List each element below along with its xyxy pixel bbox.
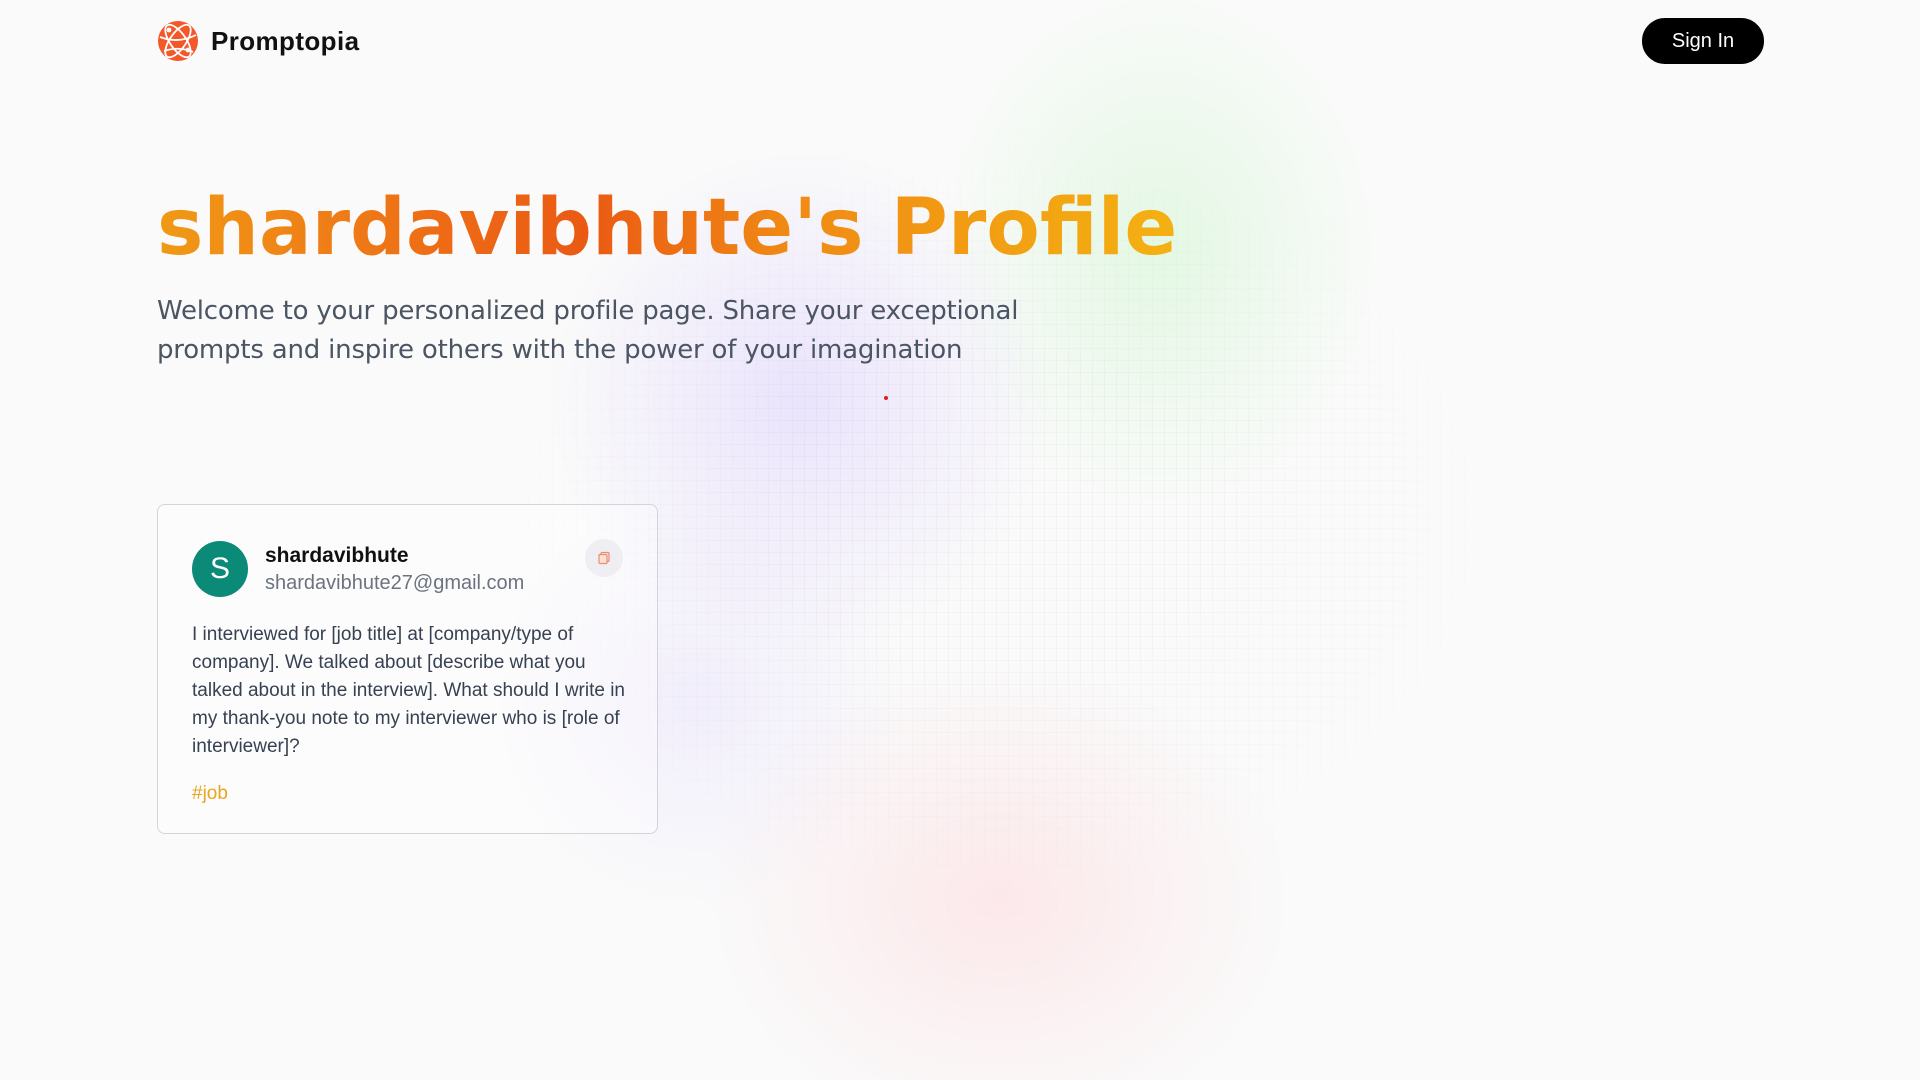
author-username: shardavibhute (265, 543, 409, 567)
author-email: shardavibhute27@gmail.com (265, 571, 525, 594)
prompt-tag[interactable]: #job (192, 783, 228, 805)
top-nav: Promptopia Sign In (157, 18, 1764, 64)
page-subtitle: Welcome to your personalized profile pag… (157, 296, 1019, 365)
copy-button[interactable] (585, 539, 623, 577)
cursor-dot (884, 396, 888, 400)
prompt-card: S shardavibhute shardavibhute27@gmail.co… (157, 504, 658, 834)
sign-in-button[interactable]: Sign In (1642, 18, 1764, 64)
brand-link[interactable]: Promptopia (157, 20, 359, 62)
copy-icon (598, 551, 610, 565)
prompt-text: I interviewed for [job title] at [compan… (192, 624, 626, 757)
page-title: shardavibhute's Profile (157, 178, 1177, 278)
page: Promptopia Sign In shardavibhute's Profi… (0, 0, 1920, 1080)
avatar: S (192, 541, 248, 597)
globe-logo-icon (158, 21, 198, 61)
prompt-author[interactable]: S shardavibhute shardavibhute27@gmail.co… (192, 541, 524, 597)
brand-name: Promptopia (211, 25, 360, 56)
author-info: shardavibhute shardavibhute27@gmail.com (265, 544, 524, 595)
prompt-card-header: S shardavibhute shardavibhute27@gmail.co… (192, 539, 623, 597)
